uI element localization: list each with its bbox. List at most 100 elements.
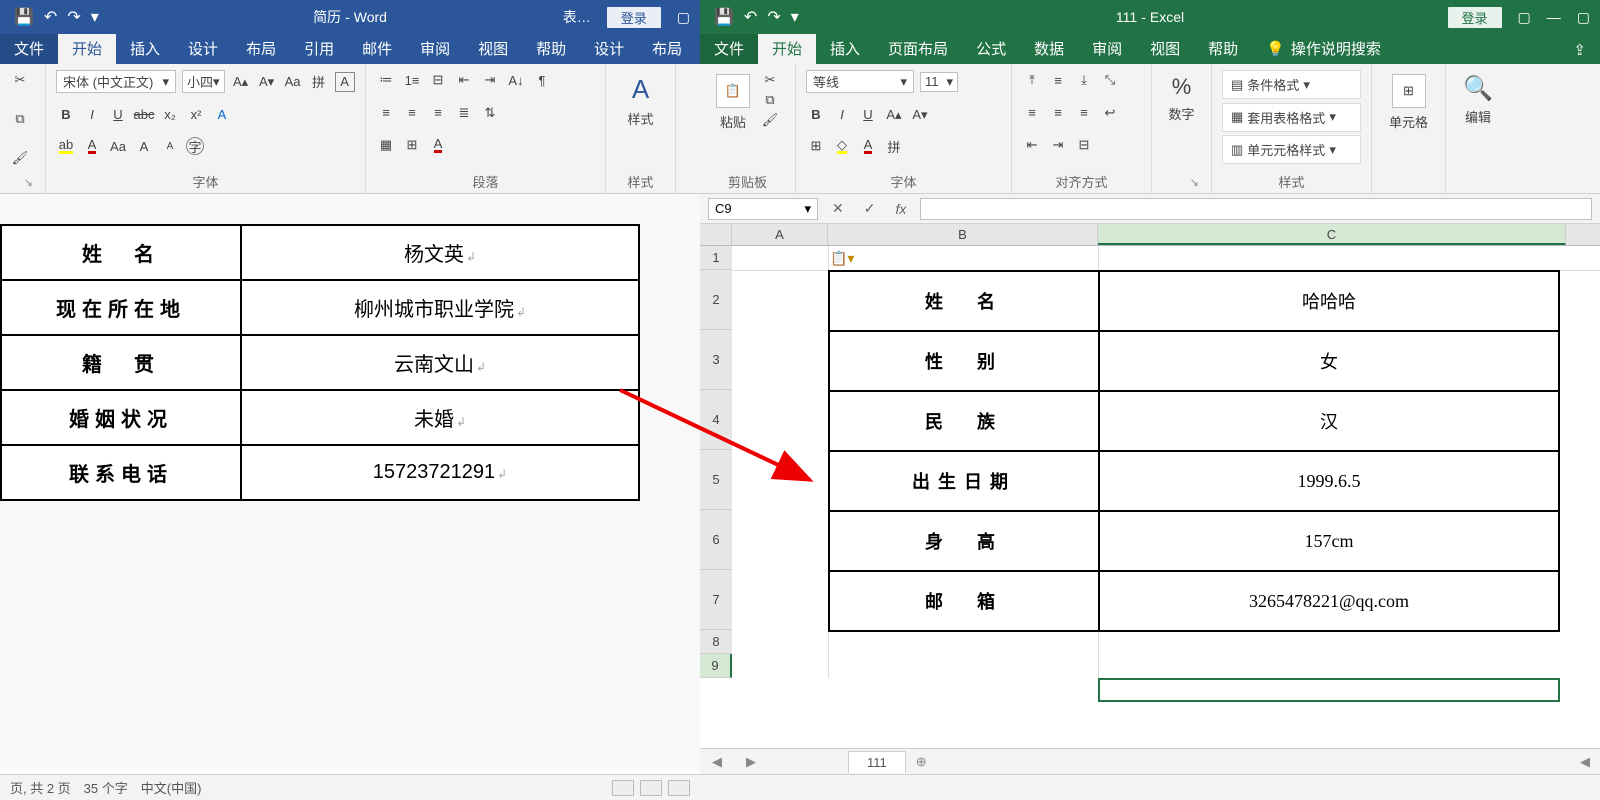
tab-home[interactable]: 开始 (758, 33, 816, 64)
cell-label[interactable]: 身 高 (829, 511, 1099, 571)
align-right-icon[interactable]: ≡ (428, 103, 448, 123)
cell-value[interactable]: 157cm (1099, 511, 1559, 571)
tab-mailings[interactable]: 邮件 (348, 33, 406, 64)
middle-align-icon[interactable]: ≡ (1048, 70, 1068, 90)
view-read-icon[interactable] (612, 780, 634, 796)
italic-button[interactable]: I (832, 105, 852, 125)
excel-table[interactable]: 姓 名哈哈哈 性 别女 民 族汉 出生日期1999.6.5 身 高157cm 邮… (828, 270, 1560, 632)
bold-button[interactable]: B (806, 105, 826, 125)
login-button[interactable]: 登录 (1448, 7, 1502, 28)
cell-value[interactable]: 汉 (1099, 391, 1559, 451)
tab-review[interactable]: 审阅 (1078, 33, 1136, 64)
paste-options-icon[interactable]: 📋▾ (830, 250, 854, 267)
cell-label[interactable]: 姓 名 (1, 225, 241, 280)
merge-icon[interactable]: ⊟ (1074, 135, 1094, 155)
show-marks-icon[interactable]: ¶ (532, 70, 552, 90)
cell-value[interactable]: 云南文山↲ (241, 335, 639, 390)
font-color-icon[interactable]: A (858, 136, 878, 156)
number-format[interactable]: % 数字 (1162, 70, 1201, 127)
sheet-add-button[interactable]: ⊕ (906, 751, 937, 773)
view-print-icon[interactable] (640, 780, 662, 796)
strike-button[interactable]: abc (134, 105, 154, 125)
font-size-combo[interactable]: 11▾ (920, 72, 958, 92)
change-case-icon[interactable]: Aa (108, 136, 128, 156)
undo-icon[interactable]: ↶ (744, 7, 757, 27)
subscript-button[interactable]: x₂ (160, 105, 180, 125)
table-row[interactable]: 身 高157cm (829, 511, 1559, 571)
table-row[interactable]: 联系电话15723721291↲ (1, 445, 639, 500)
word-document[interactable]: 姓 名杨文英↲ 现在所在地柳州城市职业学院↲ 籍 贯云南文山↲ 婚姻状况未婚↲ … (0, 194, 700, 770)
redo-icon[interactable]: ↷ (67, 7, 80, 27)
cell-value[interactable]: 女 (1099, 331, 1559, 391)
undo-icon[interactable]: ↶ (44, 7, 57, 27)
grid-cells[interactable]: 📋▾ 姓 名哈哈哈 性 别女 民 族汉 出生日期1999.6.5 身 高157c… (732, 246, 1600, 678)
cell-label[interactable]: 民 族 (829, 391, 1099, 451)
dialog-launcher-icon[interactable]: ↘ (1190, 176, 1199, 189)
cell-label[interactable]: 出生日期 (829, 451, 1099, 511)
share-button[interactable]: ⇪ (1559, 36, 1600, 64)
line-spacing-icon[interactable]: ⇅ (480, 103, 500, 123)
dialog-launcher-icon[interactable]: ↘ (24, 176, 33, 189)
borders-icon[interactable]: ⊞ (402, 135, 422, 155)
table-row[interactable]: 民 族汉 (829, 391, 1559, 451)
cell-value[interactable]: 柳州城市职业学院↲ (241, 280, 639, 335)
cut-icon[interactable]: ✂ (10, 70, 30, 90)
decrease-indent-icon[interactable]: ⇤ (454, 70, 474, 90)
qat-more-icon[interactable]: ▾ (91, 7, 99, 27)
highlight-icon[interactable]: ab (56, 136, 76, 156)
active-cell[interactable] (1098, 678, 1560, 702)
col-header-b[interactable]: B (828, 224, 1098, 245)
char-border-icon[interactable]: A (335, 72, 355, 92)
fx-icon[interactable]: fx (889, 201, 912, 217)
format-painter-icon[interactable]: 🖌 (760, 110, 780, 130)
align-center-icon[interactable]: ≡ (402, 103, 422, 123)
save-icon[interactable]: 💾 (14, 7, 34, 27)
cell-label[interactable]: 现在所在地 (1, 280, 241, 335)
tab-review[interactable]: 审阅 (406, 33, 464, 64)
word-table[interactable]: 姓 名杨文英↲ 现在所在地柳州城市职业学院↲ 籍 贯云南文山↲ 婚姻状况未婚↲ … (0, 224, 640, 501)
cell-value[interactable]: 15723721291↲ (241, 445, 639, 500)
tab-file[interactable]: 文件 (0, 33, 58, 64)
paste-button[interactable]: 📋 粘贴 (710, 70, 756, 135)
tab-references[interactable]: 引用 (290, 33, 348, 64)
table-row[interactable]: 姓 名哈哈哈 (829, 271, 1559, 331)
phonetic-icon[interactable]: 拼 (884, 136, 904, 156)
cancel-icon[interactable]: ✕ (826, 200, 850, 217)
sort-icon[interactable]: A↓ (506, 70, 526, 90)
col-header-c[interactable]: C (1098, 224, 1566, 245)
tab-data[interactable]: 数据 (1020, 33, 1078, 64)
sheet-tab[interactable]: 111 (848, 751, 906, 773)
italic-button[interactable]: I (82, 105, 102, 125)
cell-value[interactable]: 杨文英↲ (241, 225, 639, 280)
col-header-a[interactable]: A (732, 224, 828, 245)
increase-indent-icon[interactable]: ⇥ (1048, 135, 1068, 155)
superscript-button[interactable]: x² (186, 105, 206, 125)
font-name-combo[interactable]: 等线▾ (806, 70, 914, 93)
minimize-icon[interactable]: — (1547, 9, 1561, 25)
char-shading-icon[interactable]: A (428, 135, 448, 155)
multilevel-icon[interactable]: ⊟ (428, 70, 448, 90)
font-size-combo[interactable]: 小四▾ (182, 70, 225, 93)
cell-label[interactable]: 联系电话 (1, 445, 241, 500)
clear-format-icon[interactable]: Aa (283, 72, 303, 92)
table-row[interactable]: 出生日期1999.6.5 (829, 451, 1559, 511)
sheet-nav-next-icon[interactable]: ▶ (734, 754, 768, 770)
tell-me[interactable]: 💡操作说明搜索 (1252, 33, 1395, 64)
table-format[interactable]: ▦套用表格格式▾ (1222, 103, 1361, 132)
wrap-text-icon[interactable]: ↩ (1100, 103, 1120, 123)
bottom-align-icon[interactable]: ⤓ (1074, 70, 1094, 90)
ribbon-options-icon[interactable]: ▢ (1518, 9, 1531, 26)
tab-design[interactable]: 设计 (174, 33, 232, 64)
tab-view[interactable]: 视图 (464, 33, 522, 64)
tab-file[interactable]: 文件 (700, 33, 758, 64)
select-all-button[interactable] (700, 224, 732, 245)
cut-icon[interactable]: ✂ (760, 70, 780, 90)
row-header-8[interactable]: 8 (700, 630, 732, 654)
tab-layout[interactable]: 布局 (232, 33, 290, 64)
numbering-icon[interactable]: 1≡ (402, 70, 422, 90)
table-row[interactable]: 性 别女 (829, 331, 1559, 391)
font-color-icon[interactable]: A (82, 136, 102, 156)
top-align-icon[interactable]: ⤒ (1022, 70, 1042, 90)
cell-label[interactable]: 性 别 (829, 331, 1099, 391)
shrink-font-icon[interactable]: A▾ (257, 72, 277, 92)
